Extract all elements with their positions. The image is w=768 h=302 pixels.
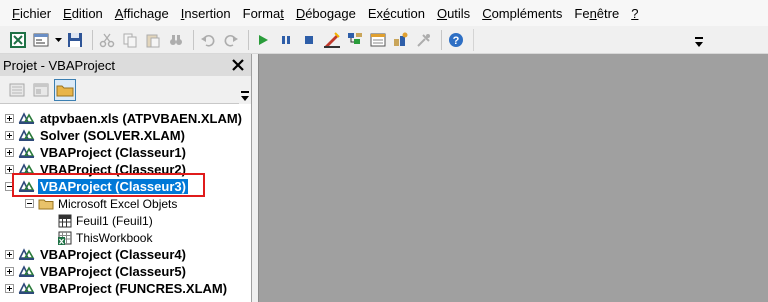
tree-node[interactable]: VBAProject (Classeur2) <box>0 161 251 178</box>
close-icon[interactable] <box>228 55 248 75</box>
project-explorer-title-bar: Projet - VBAProject <box>0 54 251 76</box>
menu-fenetre[interactable]: Fenêtre <box>574 6 619 21</box>
find-icon[interactable] <box>166 30 186 50</box>
toolbar-options-icon[interactable] <box>239 76 251 104</box>
expand-icon[interactable] <box>5 131 14 140</box>
cut-icon[interactable] <box>97 30 117 50</box>
view-code-icon[interactable] <box>6 79 28 101</box>
project-label: VBAProject (Classeur1) <box>40 145 186 160</box>
toolbar-separator <box>441 29 442 50</box>
worksheet-icon <box>58 214 72 227</box>
tree-node[interactable]: VBAProject (FUNCRES.XLAM) <box>0 280 251 297</box>
copy-icon[interactable] <box>120 30 140 50</box>
tree-node[interactable]: atpvbaen.xls (ATPVBAEN.XLAM) <box>0 110 251 127</box>
menu-outils[interactable]: Outils <box>437 6 470 21</box>
toolbar-separator <box>248 29 249 50</box>
menu-insertion[interactable]: Insertion <box>181 6 231 21</box>
workbook-label: ThisWorkbook <box>76 230 153 245</box>
code-window-area <box>258 54 768 302</box>
tree-node[interactable]: VBAProject (Classeur5) <box>0 263 251 280</box>
project-label: VBAProject (Classeur5) <box>40 264 186 279</box>
vba-project-icon <box>18 146 35 158</box>
menu-format[interactable]: Format <box>243 6 284 21</box>
toolbar-separator <box>92 29 93 50</box>
project-explorer-title: Projet - VBAProject <box>3 57 115 73</box>
vba-project-icon <box>18 265 35 277</box>
tree-node[interactable]: Feuil1 (Feuil1) <box>0 212 251 229</box>
project-explorer-toolbar <box>0 76 251 104</box>
worksheet-label: Feuil1 (Feuil1) <box>76 213 153 228</box>
help-icon[interactable]: ? <box>446 30 466 50</box>
redo-icon[interactable] <box>221 30 241 50</box>
menu-bar: Fichier Edition Affichage Insertion Form… <box>0 0 768 26</box>
excel-view-icon[interactable] <box>8 30 28 50</box>
folder-label: Microsoft Excel Objets <box>58 196 178 211</box>
menu-help[interactable]: ? <box>631 6 638 21</box>
project-tree: atpvbaen.xls (ATPVBAEN.XLAM) Solver (SOL… <box>0 104 251 297</box>
undo-icon[interactable] <box>198 30 218 50</box>
tree-node[interactable]: VBAProject (Classeur1) <box>0 144 251 161</box>
expand-icon[interactable] <box>5 148 14 157</box>
expand-icon[interactable] <box>5 165 14 174</box>
standard-toolbar: ? <box>0 26 768 54</box>
project-explorer-icon[interactable] <box>345 30 365 50</box>
menu-execution[interactable]: Exécution <box>368 6 425 21</box>
toggle-folders-icon[interactable] <box>54 78 76 101</box>
project-label: VBAProject (Classeur3) <box>38 179 188 194</box>
project-label: atpvbaen.xls (ATPVBAEN.XLAM) <box>40 111 243 126</box>
paste-icon[interactable] <box>143 30 163 50</box>
menu-debogage[interactable]: Débogage <box>296 6 356 21</box>
vba-project-icon <box>18 163 35 175</box>
object-browser-icon[interactable] <box>391 30 411 50</box>
tree-node[interactable]: Solver (SOLVER.XLAM) <box>0 127 251 144</box>
project-label: VBAProject (FUNCRES.XLAM) <box>40 281 228 296</box>
chevron-down-icon[interactable] <box>54 30 62 50</box>
save-icon[interactable] <box>65 30 85 50</box>
properties-window-icon[interactable] <box>368 30 388 50</box>
expand-icon[interactable] <box>5 284 14 293</box>
menu-complements[interactable]: Compléments <box>482 6 562 21</box>
view-object-icon[interactable] <box>30 79 52 101</box>
workbook-icon <box>58 231 72 245</box>
insert-userform-icon[interactable] <box>31 30 51 50</box>
tree-node[interactable]: Microsoft Excel Objets <box>0 195 251 212</box>
collapse-icon[interactable] <box>5 182 14 191</box>
toolbox-icon[interactable] <box>414 30 434 50</box>
project-label: VBAProject (Classeur4) <box>40 247 186 262</box>
project-explorer-panel: Projet - VBAProject atpvbaen.xls (ATPVBA… <box>0 54 252 302</box>
vba-project-icon <box>18 129 35 141</box>
toolbar-options-icon[interactable] <box>692 29 706 51</box>
vba-project-icon <box>18 282 35 294</box>
stop-icon[interactable] <box>299 30 319 50</box>
design-mode-icon[interactable] <box>322 30 342 50</box>
vba-project-icon <box>18 180 35 192</box>
toolbar-separator <box>193 29 194 50</box>
expand-icon[interactable] <box>5 250 14 259</box>
expand-icon[interactable] <box>5 114 14 123</box>
toolbar-empty-area <box>473 28 692 51</box>
vba-project-icon <box>18 248 35 260</box>
vba-project-icon <box>18 112 35 124</box>
run-icon[interactable] <box>253 30 273 50</box>
expand-icon[interactable] <box>5 267 14 276</box>
tree-node[interactable]: ThisWorkbook <box>0 229 251 246</box>
project-label: Solver (SOLVER.XLAM) <box>40 128 185 143</box>
collapse-icon[interactable] <box>25 199 34 208</box>
folder-icon <box>38 199 54 209</box>
menu-edition[interactable]: Edition <box>63 6 103 21</box>
pause-icon[interactable] <box>276 30 296 50</box>
menu-affichage[interactable]: Affichage <box>115 6 169 21</box>
tree-node-selected[interactable]: VBAProject (Classeur3) <box>0 178 251 195</box>
tree-node[interactable]: VBAProject (Classeur4) <box>0 246 251 263</box>
project-label: VBAProject (Classeur2) <box>40 162 186 177</box>
menu-fichier[interactable]: Fichier <box>12 6 51 21</box>
svg-text:?: ? <box>453 35 460 47</box>
